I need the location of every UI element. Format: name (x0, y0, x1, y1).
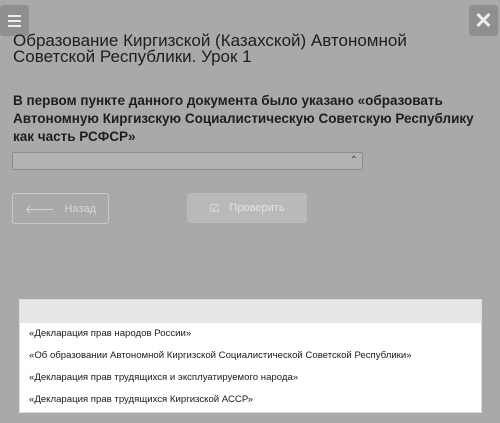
close-icon: ✕ (474, 7, 493, 33)
hamburger-icon (8, 14, 21, 17)
dropdown-option[interactable]: «Декларация прав трудящихся Киргизской А… (20, 389, 481, 411)
check-button-label: Проверить (229, 202, 285, 214)
lesson-title: Образование Киргизской (Казахской) Автон… (13, 31, 407, 66)
back-button-label: Назад (64, 202, 97, 215)
dropdown-option[interactable]: «Декларация прав народов России» (20, 323, 481, 345)
check-button[interactable]: ☑ Проверить (187, 193, 307, 223)
dropdown-option[interactable]: «Декларация прав трудящихся и эксплуатир… (20, 367, 481, 389)
checkbox-icon: ☑ (209, 202, 220, 215)
dropdown-option[interactable]: «Об образовании Автономной Киргизской Со… (20, 345, 481, 367)
chevron-up-icon: ⌃ (349, 155, 358, 166)
back-button[interactable]: 🡐 Назад (12, 193, 109, 224)
close-button[interactable]: ✕ (469, 5, 498, 36)
question-text: В первом пункте данного документа было у… (13, 93, 474, 144)
answer-options-dropdown: «Декларация прав народов России» «Об обр… (19, 299, 482, 413)
answer-select[interactable]: ⌃ (12, 152, 363, 170)
dropdown-empty-option[interactable] (20, 300, 481, 323)
arrow-left-icon: 🡐 (24, 203, 55, 216)
